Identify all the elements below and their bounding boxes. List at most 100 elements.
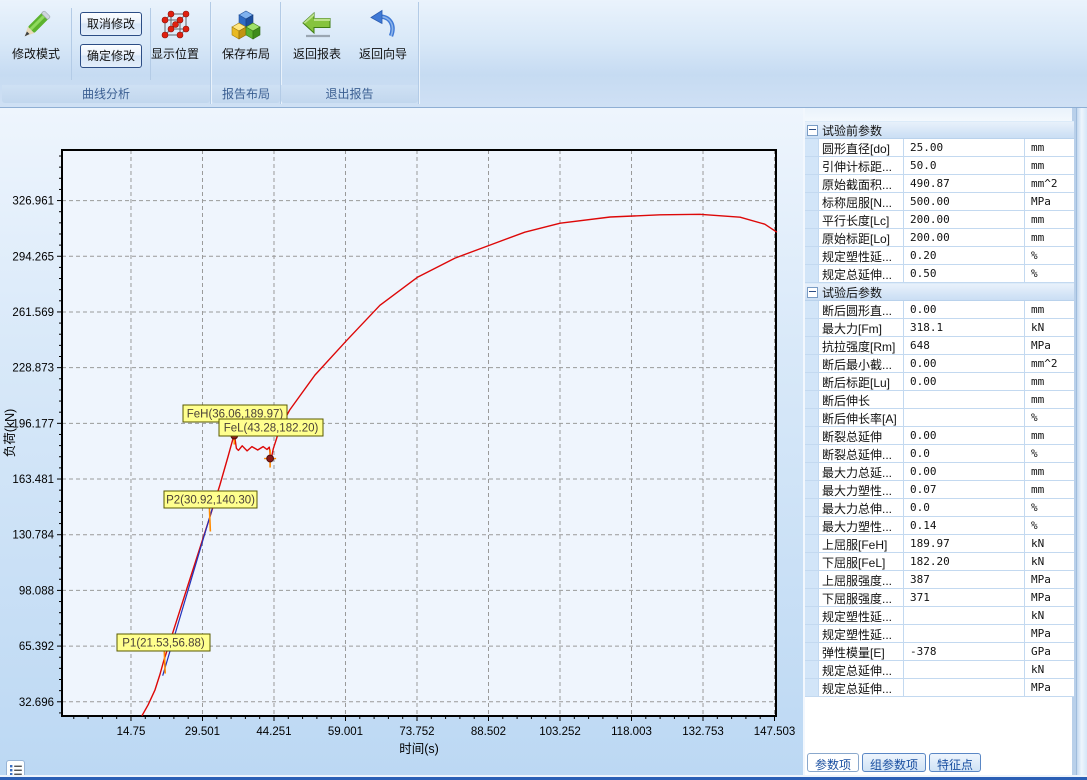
param-row[interactable]: 最大力总伸...0.0% [805, 499, 1074, 517]
param-lab: 下屈服[FeL] [819, 553, 904, 570]
param-gut [805, 391, 819, 408]
param-row[interactable]: 最大力[Fm]318.1kN [805, 319, 1074, 337]
back-to-wizard-label: 返回向导 [351, 47, 415, 61]
param-gut [805, 301, 819, 318]
modify-mode-button[interactable]: 修改模式 [4, 5, 68, 83]
y-tick-label: 261.569 [12, 307, 54, 319]
tab-feature-points[interactable]: 特征点 [929, 753, 981, 772]
param-row[interactable]: 规定总延伸...MPa [805, 679, 1074, 697]
param-unit: mm^2 [1025, 175, 1074, 192]
y-tick-label: 65.392 [19, 641, 54, 653]
param-gut [805, 607, 819, 624]
param-unit: % [1025, 517, 1074, 534]
param-lab: 平行长度[Lc] [819, 211, 904, 228]
param-group-title: 试验后参数 [822, 284, 882, 301]
param-lab: 原始标距[Lo] [819, 229, 904, 246]
modify-mode-label: 修改模式 [4, 47, 68, 61]
param-row[interactable]: 下屈服[FeL]182.20kN [805, 553, 1074, 571]
x-tick-label: 73.752 [399, 726, 434, 738]
param-gut [805, 643, 819, 660]
param-lab: 断后伸长率[A] [819, 409, 904, 426]
show-position-button[interactable]: 显示位置 [143, 5, 207, 83]
param-row[interactable]: 断后圆形直...0.00mm [805, 301, 1074, 319]
param-unit: % [1025, 445, 1074, 462]
params-panel: 试验前参数圆形直径[do]25.00mm引伸计标距...50.0mm原始截面积.… [803, 108, 1076, 777]
param-gut [805, 553, 819, 570]
param-row[interactable]: 断后伸长mm [805, 391, 1074, 409]
back-to-wizard-button[interactable]: 返回向导 [351, 5, 415, 83]
param-row[interactable]: 抗拉强度[Rm]648MPa [805, 337, 1074, 355]
pencil-icon [19, 9, 53, 45]
param-row[interactable]: 规定总延伸...0.50% [805, 265, 1074, 283]
param-val: 648 [904, 337, 1025, 354]
param-row[interactable]: 断后标距[Lu]0.00mm [805, 373, 1074, 391]
param-row[interactable]: 上屈服[FeH]189.97kN [805, 535, 1074, 553]
y-tick-label: 326.961 [12, 196, 54, 208]
param-row[interactable]: 断后最小截...0.00mm^2 [805, 355, 1074, 373]
param-gut [805, 319, 819, 336]
save-layout-button[interactable]: 保存布局 [214, 5, 278, 83]
param-lab: 断后最小截... [819, 355, 904, 372]
param-row[interactable]: 标称屈服[N...500.00MPa [805, 193, 1074, 211]
param-row[interactable]: 原始标距[Lo]200.00mm [805, 229, 1074, 247]
param-val [904, 409, 1025, 426]
param-row[interactable]: 引伸计标距...50.0mm [805, 157, 1074, 175]
param-lab: 规定总延伸... [819, 265, 904, 282]
param-row[interactable]: 最大力塑性...0.14% [805, 517, 1074, 535]
group-report-layout: 保存布局 报告布局 [212, 2, 281, 104]
param-val: 189.97 [904, 535, 1025, 552]
param-row[interactable]: 平行长度[Lc]200.00mm [805, 211, 1074, 229]
param-row[interactable]: 断后伸长率[A]% [805, 409, 1074, 427]
confirm-modify-button[interactable]: 确定修改 [80, 44, 142, 68]
param-unit: MPa [1025, 337, 1074, 354]
param-gut [805, 337, 819, 354]
param-val: 0.0 [904, 499, 1025, 516]
param-lab: 原始截面积... [819, 175, 904, 192]
y-tick-label: 163.481 [12, 474, 54, 486]
tab-group-param-items[interactable]: 组参数项 [862, 753, 926, 772]
param-unit: mm [1025, 427, 1074, 444]
param-lab: 断后圆形直... [819, 301, 904, 318]
param-row[interactable]: 圆形直径[do]25.00mm [805, 139, 1074, 157]
param-row[interactable]: 上屈服强度...387MPa [805, 571, 1074, 589]
param-gut [805, 427, 819, 444]
param-val: -378 [904, 643, 1025, 660]
param-row[interactable]: 最大力塑性...0.07mm [805, 481, 1074, 499]
modify-buttons-stack: 取消修改 确定修改 [71, 8, 151, 80]
param-row[interactable]: 规定总延伸...kN [805, 661, 1074, 679]
param-lab: 最大力总伸... [819, 499, 904, 516]
param-row[interactable]: 下屈服强度...371MPa [805, 589, 1074, 607]
x-tick-label: 118.003 [611, 726, 652, 738]
param-val [904, 661, 1025, 678]
param-row[interactable]: 断裂总延伸0.00mm [805, 427, 1074, 445]
tab-param-items[interactable]: 参数项 [807, 753, 859, 772]
param-val: 0.00 [904, 355, 1025, 372]
show-position-label: 显示位置 [143, 47, 207, 61]
back-to-report-button[interactable]: 返回报表 [285, 5, 349, 83]
param-row[interactable]: 规定塑性延...MPa [805, 625, 1074, 643]
param-gut [805, 481, 819, 498]
param-row[interactable]: 断裂总延伸...0.0% [805, 445, 1074, 463]
param-row[interactable]: 原始截面积...490.87mm^2 [805, 175, 1074, 193]
param-lab: 上屈服强度... [819, 571, 904, 588]
annotation-label: FeL(43.28,182.20) [224, 423, 319, 435]
param-gut [805, 679, 819, 696]
param-val: 318.1 [904, 319, 1025, 336]
param-val: 50.0 [904, 157, 1025, 174]
param-gut [805, 571, 819, 588]
group-caption-exit-report: 退出报告 [281, 85, 418, 103]
param-gut [805, 625, 819, 642]
param-row[interactable]: 最大力总延...0.00mm [805, 463, 1074, 481]
param-unit: mm [1025, 391, 1074, 408]
cancel-modify-button[interactable]: 取消修改 [80, 12, 142, 36]
param-lab: 最大力塑性... [819, 481, 904, 498]
param-gut [805, 517, 819, 534]
collapse-minus-icon[interactable] [807, 125, 818, 136]
param-unit: MPa [1025, 589, 1074, 606]
param-unit: mm [1025, 463, 1074, 480]
param-row[interactable]: 规定塑性延...kN [805, 607, 1074, 625]
param-row[interactable]: 规定塑性延...0.20% [805, 247, 1074, 265]
vertical-scrollbar[interactable] [1076, 108, 1087, 777]
param-row[interactable]: 弹性模量[E]-378GPa [805, 643, 1074, 661]
collapse-minus-icon[interactable] [807, 287, 818, 298]
